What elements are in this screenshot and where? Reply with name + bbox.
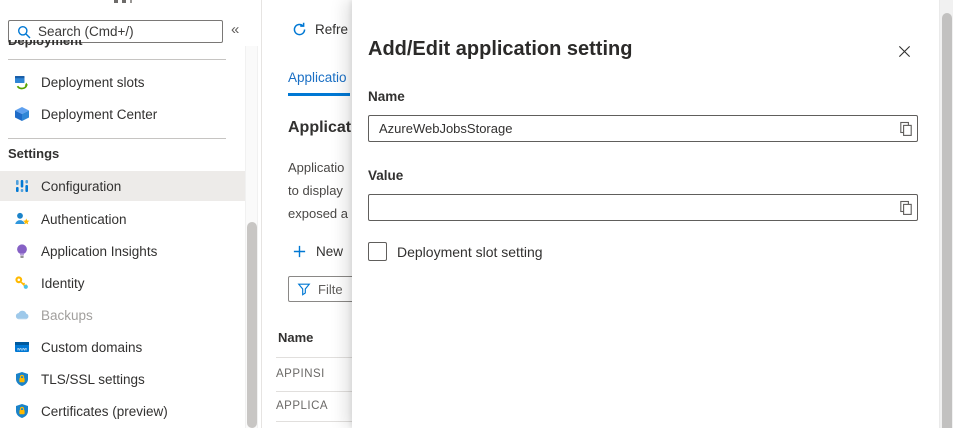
configuration-icon xyxy=(14,178,30,194)
new-application-setting-button[interactable]: New xyxy=(292,244,343,259)
close-panel-button[interactable] xyxy=(895,42,913,60)
group-header-deployment-clipped: Deployment xyxy=(8,40,168,53)
sidebar-item-backups[interactable]: Backups xyxy=(0,301,245,329)
sidebar-scrollbar-thumb[interactable] xyxy=(247,222,257,428)
deployment-slot-setting-row: Deployment slot setting xyxy=(368,242,543,261)
value-input[interactable] xyxy=(369,195,895,220)
sidebar-item-label: Authentication xyxy=(41,212,127,227)
refresh-icon xyxy=(292,22,307,37)
divider xyxy=(8,138,226,139)
backups-icon xyxy=(14,307,30,323)
section-heading: Applicat xyxy=(288,119,351,137)
sidebar-item-label: TLS/SSL settings xyxy=(41,372,145,387)
copy-icon xyxy=(898,200,914,216)
sidebar-item-application-insights[interactable]: Application Insights xyxy=(0,237,245,265)
sidebar-item-certificates[interactable]: Certificates (preview) xyxy=(0,397,245,425)
sidebar-item-label: Certificates (preview) xyxy=(41,404,168,419)
deployment-center-icon xyxy=(14,106,30,122)
value-field xyxy=(368,194,918,221)
page-scrollbar-thumb[interactable] xyxy=(942,13,952,428)
section-description: Applicatio to display exposed a xyxy=(288,156,348,225)
svg-text:www: www xyxy=(17,346,28,351)
sidebar-item-label: Deployment slots xyxy=(41,75,145,90)
tab-application-settings[interactable]: Applicatio xyxy=(288,70,347,85)
table-row[interactable]: APPLICA xyxy=(276,400,328,412)
name-input[interactable] xyxy=(369,116,895,141)
application-insights-icon xyxy=(14,243,30,259)
filter-funnel-icon xyxy=(297,282,311,296)
table-row[interactable]: APPINSI xyxy=(276,368,325,380)
name-field xyxy=(368,115,918,142)
collapse-menu-icon[interactable]: « xyxy=(231,21,239,38)
sidebar-item-identity[interactable]: Identity xyxy=(0,269,245,297)
active-tab-underline xyxy=(288,93,350,96)
plus-icon xyxy=(292,244,307,259)
name-field-label: Name xyxy=(368,89,405,104)
sidebar-item-authentication[interactable]: Authentication xyxy=(0,205,245,233)
custom-domains-icon: www xyxy=(14,339,30,355)
sidebar-item-tls-ssl-settings[interactable]: TLS/SSL settings xyxy=(0,365,245,393)
identity-icon xyxy=(14,275,30,291)
sidebar-item-custom-domains[interactable]: www Custom domains xyxy=(0,333,245,361)
value-field-label: Value xyxy=(368,168,403,183)
refresh-label: Refre xyxy=(315,22,348,37)
sidebar-item-label: Backups xyxy=(41,308,93,323)
table-column-name: Name xyxy=(278,330,313,345)
sidebar-item-label: Custom domains xyxy=(41,340,142,355)
copy-value-button[interactable] xyxy=(895,195,917,220)
azure-portal-screen: « Deployment Deployment slots Deployment… xyxy=(0,0,953,428)
authentication-icon xyxy=(14,211,30,227)
certificates-shield-icon xyxy=(14,403,30,419)
sidebar-item-label: Application Insights xyxy=(41,244,157,259)
group-header-settings: Settings xyxy=(8,146,59,161)
sidebar-item-configuration[interactable]: Configuration xyxy=(0,171,245,201)
sidebar-item-label: Deployment Center xyxy=(41,107,157,122)
close-icon xyxy=(897,44,912,59)
sidebar-item-deployment-slots[interactable]: Deployment slots xyxy=(0,68,245,96)
page-scrollbar-track[interactable] xyxy=(939,0,953,428)
deployment-slot-setting-checkbox[interactable] xyxy=(368,242,387,261)
search-icon xyxy=(16,24,32,40)
filter-label: Filte xyxy=(318,282,343,297)
sidebar-item-label: Configuration xyxy=(41,179,121,194)
copy-icon xyxy=(898,121,914,137)
resource-menu-sidebar: « Deployment Deployment slots Deployment… xyxy=(0,0,262,428)
cropped-top-text xyxy=(114,0,132,4)
search-input[interactable] xyxy=(38,24,222,39)
deployment-slot-setting-label: Deployment slot setting xyxy=(397,244,543,260)
deployment-slots-icon xyxy=(14,74,30,90)
tls-ssl-shield-icon xyxy=(14,371,30,387)
copy-name-button[interactable] xyxy=(895,116,917,141)
refresh-button[interactable]: Refre xyxy=(292,22,348,37)
sidebar-item-deployment-center[interactable]: Deployment Center xyxy=(0,100,245,128)
sidebar-item-label: Identity xyxy=(41,276,85,291)
panel-title: Add/Edit application setting xyxy=(368,38,632,61)
new-button-label: New xyxy=(316,244,343,259)
add-edit-application-setting-panel: Add/Edit application setting Name Value xyxy=(352,0,939,428)
divider xyxy=(8,59,226,60)
